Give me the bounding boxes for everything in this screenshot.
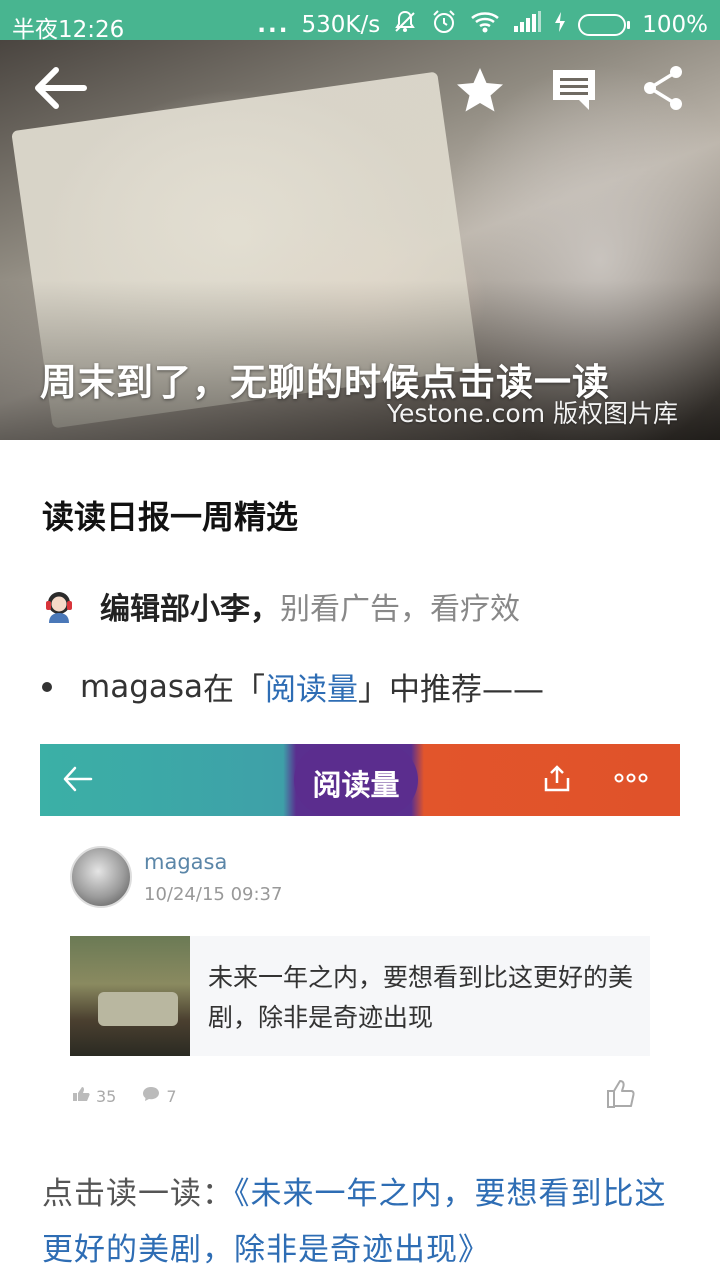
- battery-icon: [578, 14, 631, 36]
- status-time: 半夜12:26: [12, 17, 125, 43]
- comment-button[interactable]: [544, 62, 604, 122]
- thumb-up-icon: [606, 1078, 638, 1114]
- like-count-icon: [72, 1086, 90, 1106]
- mute-bell-icon: [392, 9, 418, 41]
- network-speed: 530K/s: [301, 12, 381, 38]
- recommend-line: magasa 在「 阅读量 」中推荐——: [42, 664, 544, 709]
- author-tagline: 别看广告，看疗效: [280, 592, 520, 627]
- charging-icon: [554, 11, 566, 39]
- back-button[interactable]: [30, 60, 90, 120]
- share-icon: [642, 64, 686, 116]
- status-dots: ...: [257, 12, 290, 38]
- comment-count-icon: [142, 1086, 160, 1106]
- embed-title: 阅读量: [312, 768, 400, 802]
- recommend-post: 」中推荐——: [358, 672, 545, 708]
- comment-count: 7: [166, 1086, 177, 1106]
- status-right: ... 530K/s 100%: [257, 8, 708, 42]
- back-arrow-icon: [32, 66, 88, 114]
- favorite-button[interactable]: [450, 62, 510, 122]
- embed-header: 阅读量: [40, 744, 680, 816]
- article-headline: 读读日报一周精选: [42, 498, 299, 536]
- embed-article-title: 未来一年之内，要想看到比这更好的美剧，除非是奇迹出现: [208, 963, 634, 1032]
- signal-icon: [512, 10, 542, 40]
- embed-more-icon: [614, 770, 648, 790]
- recommend-pre: 在「: [203, 672, 266, 708]
- embed-share-icon: [542, 764, 572, 798]
- embed-user-name: magasa: [144, 850, 228, 874]
- embedded-screenshot[interactable]: 阅读量 magasa 10/24/15 09:37 未来一年之内，要想看到比这更…: [40, 744, 680, 1134]
- author-name: 编辑部小李，: [100, 592, 280, 627]
- hero-image: 周末到了，无聊的时候点击读一读 Yestone.com 版权图片库: [0, 40, 720, 440]
- embed-article-card: 未来一年之内，要想看到比这更好的美剧，除非是奇迹出现: [70, 936, 650, 1056]
- bullet-dot: [42, 681, 52, 692]
- embed-user-avatar: [70, 846, 132, 908]
- embed-back-icon: [62, 764, 94, 798]
- wifi-icon: [470, 10, 500, 40]
- hero-credit: Yestone.com 版权图片库: [387, 399, 678, 428]
- comment-icon: [551, 67, 597, 117]
- alarm-icon: [430, 8, 458, 42]
- thumbnail-car: [98, 992, 178, 1026]
- battery-level: 100%: [642, 12, 708, 38]
- read-prompt: 点击读一读：《未来一年之内，要想看到比这更好的美剧，除非是奇迹出现》: [42, 1166, 682, 1278]
- embed-post-date: 10/24/15 09:37: [144, 884, 283, 905]
- author-avatar: [42, 589, 76, 623]
- embed-article-thumbnail: [70, 936, 190, 1056]
- embed-stats: 35 7: [72, 1086, 177, 1106]
- byline: 编辑部小李， 别看广告，看疗效: [42, 584, 520, 628]
- recommend-user: magasa: [80, 668, 204, 705]
- star-icon: [455, 66, 505, 118]
- like-count: 35: [96, 1086, 117, 1106]
- recommend-link[interactable]: 阅读量: [265, 664, 358, 709]
- read-prefix: 点击读一读：: [42, 1176, 234, 1212]
- share-button[interactable]: [634, 60, 694, 120]
